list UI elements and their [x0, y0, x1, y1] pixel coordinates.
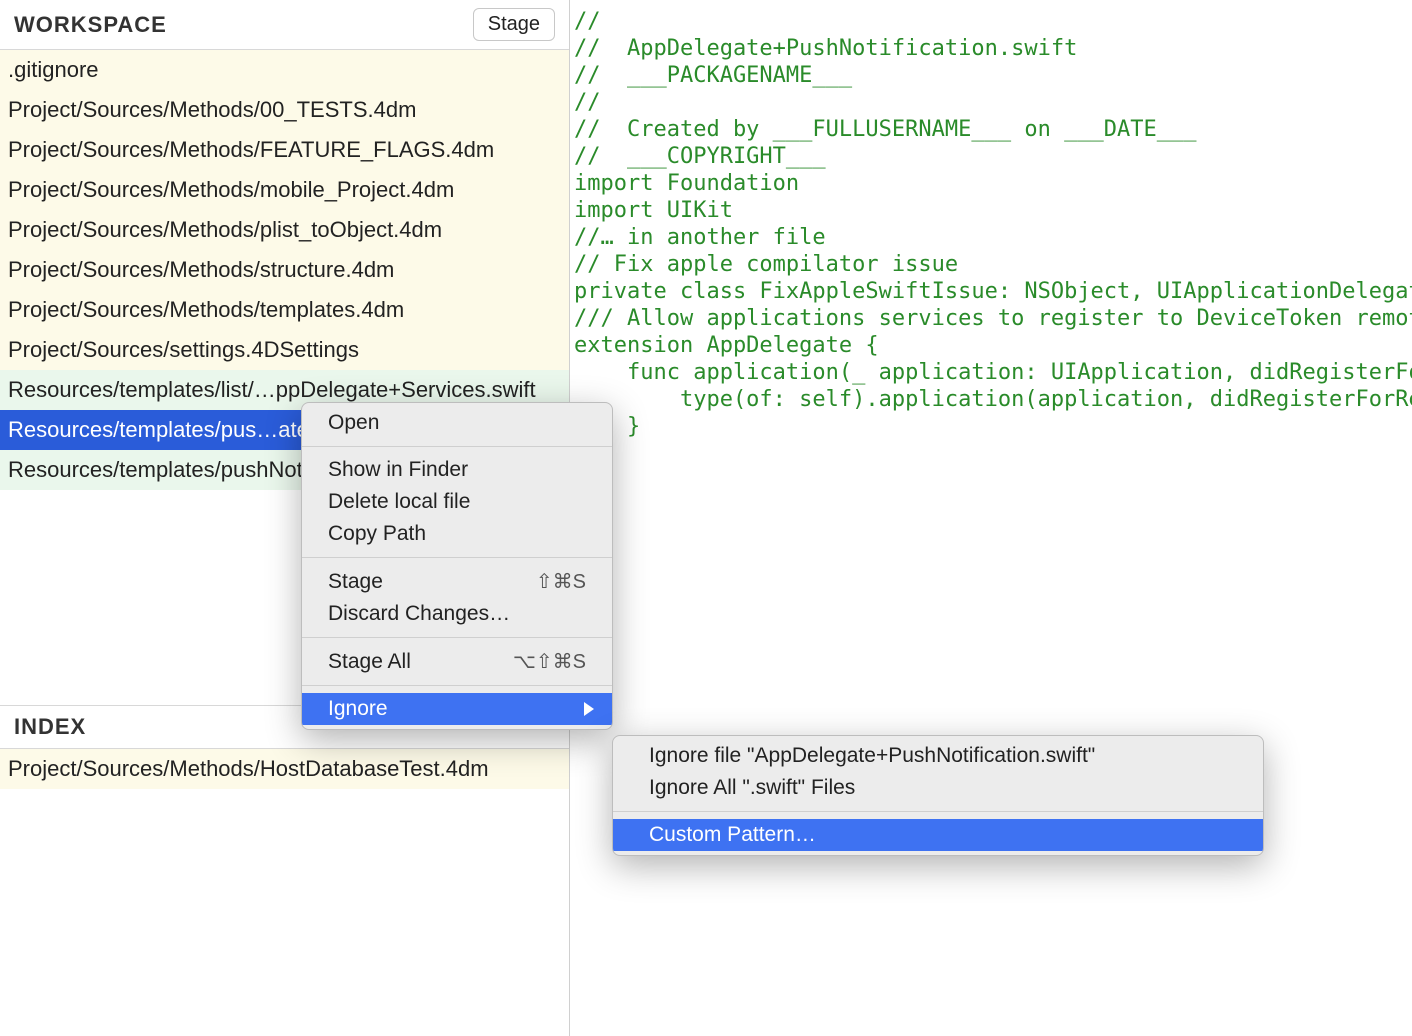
shortcut-label: ⇧⌘S [536, 569, 586, 594]
menu-separator [302, 637, 612, 638]
stage-button[interactable]: Stage [473, 8, 555, 41]
menu-discard[interactable]: Discard Changes… [302, 598, 612, 630]
menu-separator [613, 811, 1263, 812]
code-line: import Foundation [574, 170, 1408, 197]
code-line: type(of: self).application(application, … [574, 386, 1408, 413]
code-line: //… in another file [574, 224, 1408, 251]
file-item[interactable]: Project/Sources/Methods/structure.4dm [0, 250, 569, 290]
menu-separator [302, 557, 612, 558]
file-item[interactable]: Project/Sources/Methods/HostDatabaseTest… [0, 749, 569, 789]
file-item[interactable]: .gitignore [0, 50, 569, 90]
submenu-ignore-all[interactable]: Ignore All ".swift" Files [613, 772, 1263, 804]
submenu-custom-pattern[interactable]: Custom Pattern… [613, 819, 1263, 851]
submenu-ignore-file[interactable]: Ignore file "AppDelegate+PushNotificatio… [613, 740, 1263, 772]
menu-separator [302, 685, 612, 686]
context-menu: Open Show in Finder Delete local file Co… [301, 402, 613, 730]
menu-ignore[interactable]: Ignore [302, 693, 612, 725]
code-panel: // // AppDelegate+PushNotification.swift… [570, 0, 1412, 1036]
code-line: // ___COPYRIGHT___ [574, 143, 1408, 170]
code-line: import UIKit [574, 197, 1408, 224]
ignore-submenu: Ignore file "AppDelegate+PushNotificatio… [612, 735, 1264, 856]
code-line: /// Allow applications services to regis… [574, 305, 1408, 332]
file-item[interactable]: Project/Sources/Methods/templates.4dm [0, 290, 569, 330]
workspace-title: WORKSPACE [14, 12, 167, 38]
file-item[interactable]: Project/Sources/Methods/plist_toObject.4… [0, 210, 569, 250]
code-line: // Fix apple compilator issue [574, 251, 1408, 278]
code-line: // Created by ___FULLUSERNAME___ on ___D… [574, 116, 1408, 143]
menu-open[interactable]: Open [302, 407, 612, 439]
code-line: // [574, 8, 1408, 35]
file-item[interactable]: Project/Sources/Methods/00_TESTS.4dm [0, 90, 569, 130]
code-line: func application(_ application: UIApplic… [574, 359, 1408, 386]
menu-delete-local[interactable]: Delete local file [302, 486, 612, 518]
code-line: // [574, 89, 1408, 116]
index-file-list: Project/Sources/Methods/HostDatabaseTest… [0, 749, 569, 789]
menu-show-finder[interactable]: Show in Finder [302, 454, 612, 486]
code-line: // ___PACKAGENAME___ [574, 62, 1408, 89]
file-item[interactable]: Project/Sources/Methods/mobile_Project.4… [0, 170, 569, 210]
file-item[interactable]: Project/Sources/Methods/FEATURE_FLAGS.4d… [0, 130, 569, 170]
shortcut-label: ⌥⇧⌘S [513, 649, 586, 674]
submenu-arrow-icon [584, 702, 594, 716]
workspace-header: WORKSPACE Stage [0, 0, 569, 50]
code-line: } [574, 413, 1408, 440]
code-line: extension AppDelegate { [574, 332, 1408, 359]
menu-copy-path[interactable]: Copy Path [302, 518, 612, 550]
menu-stage[interactable]: Stage ⇧⌘S [302, 565, 612, 598]
menu-separator [302, 446, 612, 447]
menu-stage-all[interactable]: Stage All ⌥⇧⌘S [302, 645, 612, 678]
code-line: private class FixAppleSwiftIssue: NSObje… [574, 278, 1408, 305]
code-line: // AppDelegate+PushNotification.swift [574, 35, 1408, 62]
file-item[interactable]: Project/Sources/settings.4DSettings [0, 330, 569, 370]
